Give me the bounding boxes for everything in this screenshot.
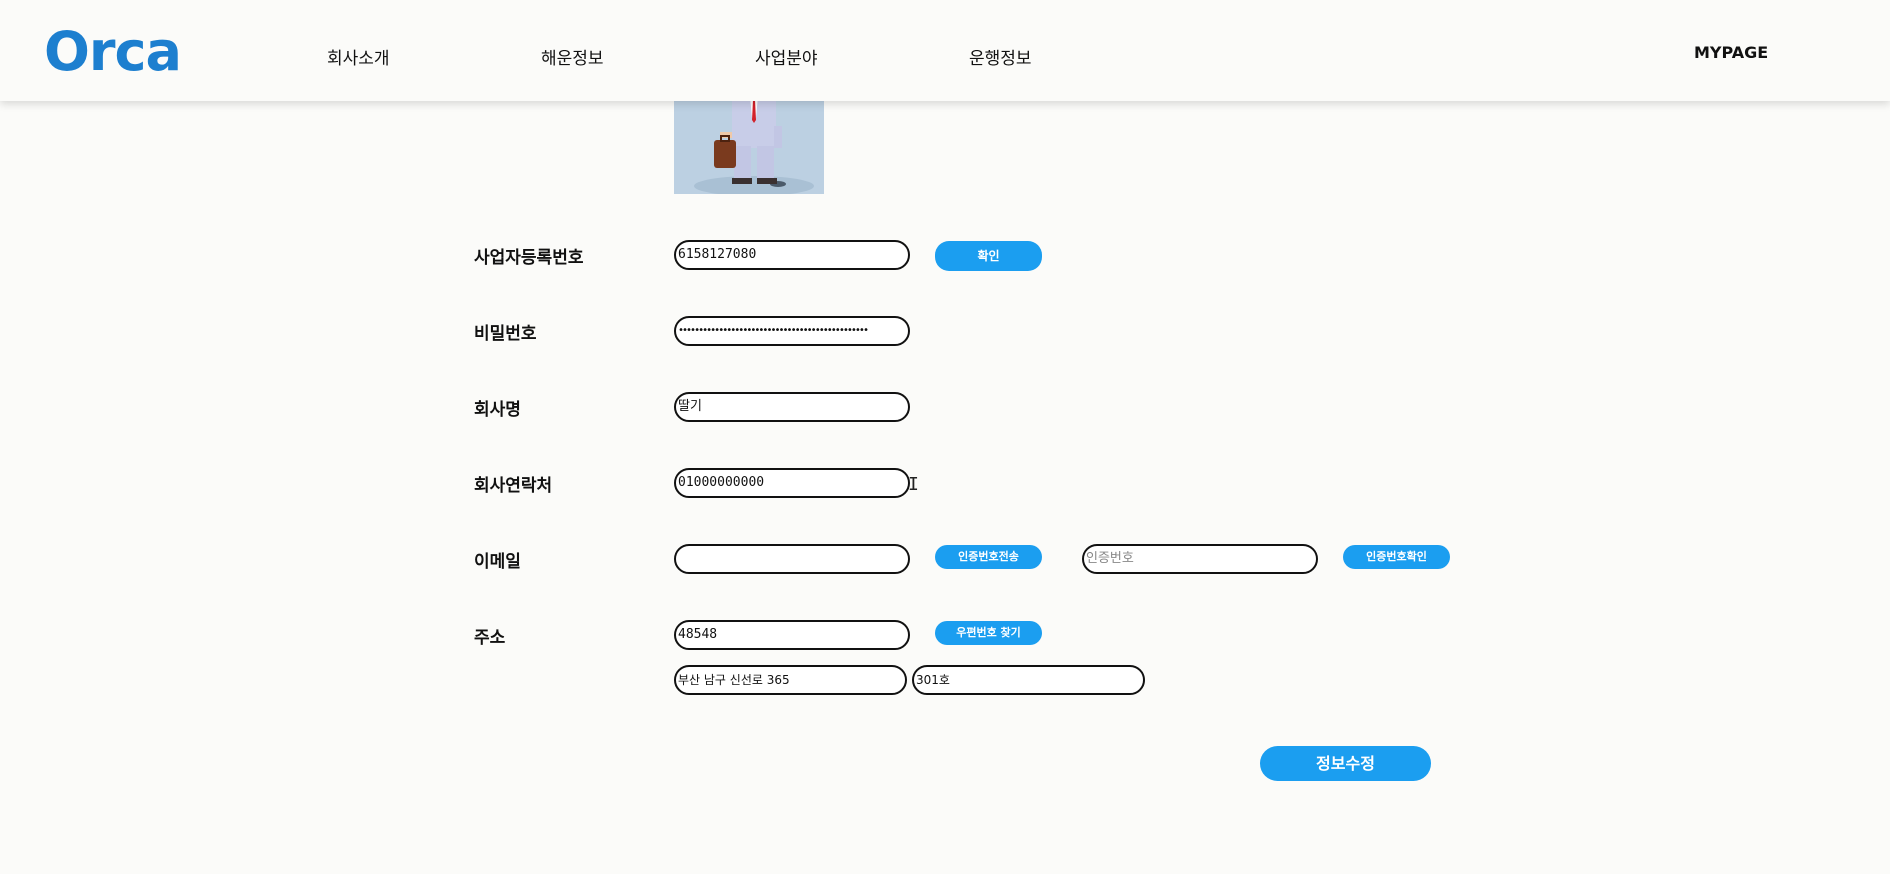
find-postcode-button[interactable]: 우편번호 찾기 bbox=[935, 621, 1042, 645]
password-input[interactable]: ••••••••••••••••••••••••••••••••••••••••… bbox=[674, 316, 910, 346]
verification-code-input[interactable]: 인증번호 bbox=[1082, 544, 1318, 574]
send-verification-button[interactable]: 인증번호전송 bbox=[935, 545, 1042, 569]
business-number-input[interactable]: 6158127080 bbox=[674, 240, 910, 270]
logo[interactable]: Orca bbox=[44, 22, 182, 82]
password-label: 비밀번호 bbox=[474, 324, 537, 344]
business-number-label: 사업자등록번호 bbox=[474, 248, 584, 268]
businessman-illustration-icon bbox=[674, 96, 824, 194]
email-input[interactable] bbox=[674, 544, 910, 574]
address-line2-input[interactable]: 301호 bbox=[912, 665, 1145, 695]
text-cursor-icon: I bbox=[908, 474, 919, 495]
business-number-confirm-button[interactable]: 확인 bbox=[935, 241, 1042, 271]
nav-item-shipping-info[interactable]: 해운정보 bbox=[541, 44, 604, 69]
address-label: 주소 bbox=[474, 628, 506, 648]
verify-code-button[interactable]: 인증번호확인 bbox=[1343, 545, 1450, 569]
company-name-label: 회사명 bbox=[474, 400, 521, 420]
email-label: 이메일 bbox=[474, 552, 521, 572]
nav-item-business-areas[interactable]: 사업분야 bbox=[755, 44, 818, 69]
update-info-button[interactable]: 정보수정 bbox=[1260, 746, 1431, 781]
nav-item-company-intro[interactable]: 회사소개 bbox=[327, 44, 390, 69]
nav-item-operation-info[interactable]: 운행정보 bbox=[969, 44, 1032, 69]
site-header: Orca 회사소개 해운정보 사업분야 운행정보 MYPAGE bbox=[0, 0, 1890, 101]
postcode-input[interactable]: 48548 bbox=[674, 620, 910, 650]
profile-image bbox=[674, 96, 824, 194]
mypage-link[interactable]: MYPAGE bbox=[1694, 43, 1768, 62]
company-contact-input[interactable]: 01000000000 bbox=[674, 468, 910, 498]
company-name-input[interactable]: 딸기 bbox=[674, 392, 910, 422]
company-contact-label: 회사연락처 bbox=[474, 476, 553, 496]
address-line1-input[interactable]: 부산 남구 신선로 365 bbox=[674, 665, 907, 695]
